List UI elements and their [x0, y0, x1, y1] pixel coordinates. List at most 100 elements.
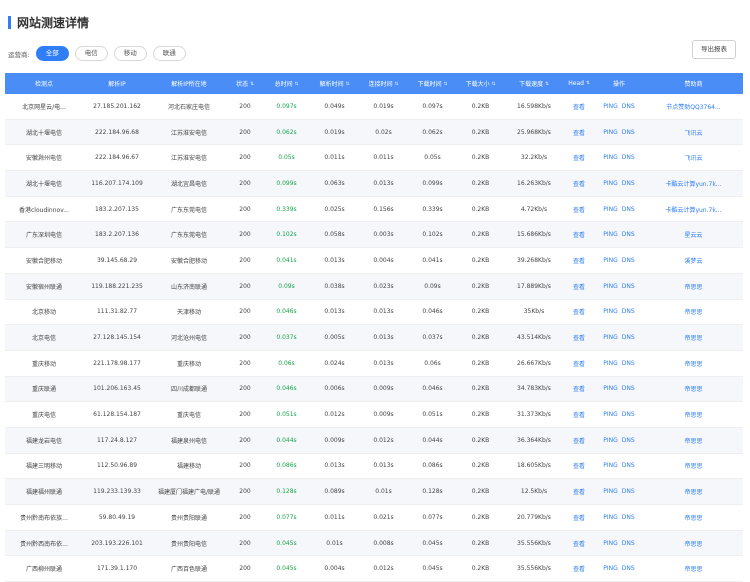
filter-chip-mobile[interactable]: 移动 [113, 46, 147, 61]
ping-link[interactable]: PING [603, 565, 618, 572]
head-view-link[interactable]: 查看 [564, 530, 594, 557]
ping-link[interactable]: PING [603, 385, 618, 392]
dns-link[interactable]: DNS [622, 462, 635, 469]
sponsor-link[interactable]: 溪梦云 [644, 247, 743, 274]
ping-link[interactable]: PING [603, 334, 618, 341]
head-view-link[interactable]: 查看 [564, 504, 594, 531]
sort-icon[interactable]: ⇅ [295, 82, 299, 87]
dns-link[interactable]: DNS [622, 411, 635, 418]
head-view-link[interactable]: 查看 [564, 376, 594, 403]
sponsor-link[interactable]: 飞讯云 [644, 144, 743, 172]
head-view-link[interactable]: 查看 [564, 119, 594, 146]
dns-link[interactable]: DNS [622, 308, 635, 315]
sponsor-link[interactable]: 星云云 [644, 221, 743, 249]
dns-link[interactable]: DNS [622, 488, 635, 495]
dns-link[interactable]: DNS [622, 103, 635, 110]
sponsor-link[interactable]: 帝思思 [644, 350, 743, 377]
ping-link[interactable]: PING [603, 103, 618, 110]
sponsor-link[interactable]: 帝思思 [644, 504, 743, 531]
sponsor-link[interactable]: 节点赞助QQ3764... [644, 94, 743, 120]
ping-link[interactable]: PING [603, 488, 618, 495]
ping-link[interactable]: PING [603, 411, 618, 418]
ping-link[interactable]: PING [603, 206, 618, 213]
dns-link[interactable]: DNS [622, 360, 635, 367]
dns-link[interactable]: DNS [622, 180, 635, 187]
dns-link[interactable]: DNS [622, 154, 635, 161]
head-view-link[interactable]: 查看 [564, 221, 594, 249]
sort-icon[interactable]: ⇅ [395, 82, 399, 87]
dns-link[interactable]: DNS [622, 283, 635, 290]
sponsor-link[interactable]: 帝思思 [644, 453, 743, 480]
head-view-link[interactable]: 查看 [564, 273, 594, 300]
cell-ip-location: 重庆电信 [151, 401, 227, 428]
ping-link[interactable]: PING [603, 154, 618, 161]
head-view-link[interactable]: 查看 [564, 94, 594, 120]
sponsor-link[interactable]: 帝思思 [644, 376, 743, 403]
ping-link[interactable]: PING [603, 308, 618, 315]
column-header-total-time[interactable]: 总时间 ⇅ [263, 73, 310, 94]
sponsor-link[interactable]: 帝思思 [644, 273, 743, 300]
sponsor-link[interactable]: 帝思思 [644, 401, 743, 428]
dns-link[interactable]: DNS [622, 334, 635, 341]
head-view-link[interactable]: 查看 [564, 555, 594, 582]
dns-link[interactable]: DNS [622, 231, 635, 238]
sponsor-link[interactable]: 帝思思 [644, 530, 743, 557]
ping-link[interactable]: PING [603, 231, 618, 238]
ping-link[interactable]: PING [603, 462, 618, 469]
sponsor-link[interactable]: 帝思思 [644, 555, 743, 582]
column-header-download-time[interactable]: 下载时间 ⇅ [408, 73, 457, 94]
sponsor-link[interactable]: 帝思思 [644, 324, 743, 351]
sort-icon[interactable]: ⇅ [492, 82, 496, 87]
head-view-link[interactable]: 查看 [564, 478, 594, 505]
head-view-link[interactable]: 查看 [564, 453, 594, 480]
column-header-head[interactable]: Head ⇅ [564, 73, 594, 94]
head-view-link[interactable]: 查看 [564, 299, 594, 326]
dns-link[interactable]: DNS [622, 385, 635, 392]
sort-icon[interactable]: ⇅ [444, 82, 448, 87]
dns-link[interactable]: DNS [622, 206, 635, 213]
column-header-download-speed[interactable]: 下载速度 ⇅ [504, 73, 564, 94]
ping-link[interactable]: PING [603, 180, 618, 187]
cell-status: 200 [227, 530, 263, 557]
ping-link[interactable]: PING [603, 257, 618, 264]
head-view-link[interactable]: 查看 [564, 196, 594, 223]
sort-icon[interactable]: ⇅ [346, 82, 350, 87]
sponsor-link[interactable]: 卡酷云计算yun.7k... [644, 170, 743, 197]
head-view-link[interactable]: 查看 [564, 401, 594, 428]
ping-link[interactable]: PING [603, 360, 618, 367]
filter-chip-all[interactable]: 全部 [35, 46, 69, 61]
column-header-status[interactable]: 状态 ⇅ [227, 73, 263, 94]
dns-link[interactable]: DNS [622, 437, 635, 444]
ping-link[interactable]: PING [603, 540, 618, 547]
column-header-dns-time[interactable]: 解析时间 ⇅ [310, 73, 359, 94]
sort-icon[interactable]: ⇅ [545, 82, 549, 87]
ping-link[interactable]: PING [603, 437, 618, 444]
sort-icon[interactable]: ⇅ [586, 81, 590, 86]
dns-link[interactable]: DNS [622, 514, 635, 521]
column-header-download-size[interactable]: 下载大小 ⇅ [457, 73, 504, 94]
dns-link[interactable]: DNS [622, 129, 635, 136]
export-report-button[interactable]: 导出报表 [692, 40, 736, 59]
head-view-link[interactable]: 查看 [564, 170, 594, 197]
sort-icon[interactable]: ⇅ [250, 82, 254, 87]
dns-link[interactable]: DNS [622, 540, 635, 547]
cell-download-time: 0.051s [408, 401, 457, 428]
head-view-link[interactable]: 查看 [564, 324, 594, 351]
head-view-link[interactable]: 查看 [564, 144, 594, 172]
ping-link[interactable]: PING [603, 514, 618, 521]
head-view-link[interactable]: 查看 [564, 247, 594, 274]
dns-link[interactable]: DNS [622, 257, 635, 264]
filter-chip-unicom[interactable]: 联通 [152, 46, 186, 61]
head-view-link[interactable]: 查看 [564, 427, 594, 454]
sponsor-link[interactable]: 帝思思 [644, 299, 743, 326]
dns-link[interactable]: DNS [622, 565, 635, 572]
sponsor-link[interactable]: 帝思思 [644, 478, 743, 505]
head-view-link[interactable]: 查看 [564, 350, 594, 377]
ping-link[interactable]: PING [603, 283, 618, 290]
column-header-connect-time[interactable]: 连接时间 ⇅ [359, 73, 408, 94]
sponsor-link[interactable]: 飞讯云 [644, 119, 743, 146]
filter-chip-telecom[interactable]: 电信 [74, 46, 108, 61]
sponsor-link[interactable]: 帝思思 [644, 427, 743, 454]
sponsor-link[interactable]: 卡酷云计算yun.7k... [644, 196, 743, 223]
ping-link[interactable]: PING [603, 129, 618, 136]
